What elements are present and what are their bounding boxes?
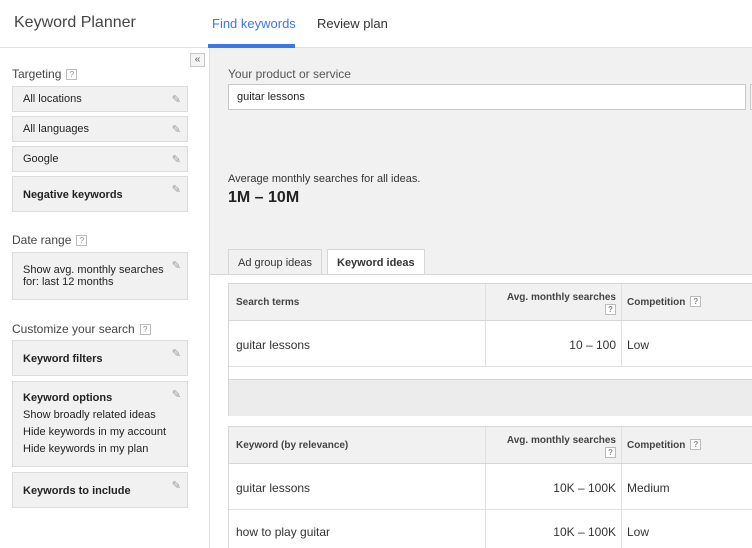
avg-searches-label: Average monthly searches for all ideas. [228, 173, 421, 185]
keywords-to-include-label: Keywords to include [23, 485, 131, 497]
main-panel: Your product or service guitar lessons A… [210, 48, 752, 548]
customize-search-label: Customize your search? [12, 322, 151, 336]
pencil-icon[interactable]: ✎ [172, 388, 181, 401]
col-competition-label: Competition [627, 440, 686, 451]
keyword-ideas-table: Keyword (by relevance) Avg. monthly sear… [228, 426, 752, 548]
sidebar: « Targeting? All locations ✎ All languag… [0, 48, 210, 548]
col-keyword-by-relevance[interactable]: Keyword (by relevance) [229, 427, 485, 463]
table-row[interactable]: guitar lessons 10 – 100 Low [229, 321, 752, 367]
tab-review-plan[interactable]: Review plan [317, 16, 388, 31]
targeting-locations[interactable]: All locations ✎ [12, 86, 188, 112]
tab-keyword-ideas[interactable]: Keyword ideas [327, 249, 425, 275]
tab-find-keywords[interactable]: Find keywords [212, 16, 296, 31]
top-bar: Keyword Planner Find keywords Review pla… [0, 0, 752, 48]
keyword-options[interactable]: Keyword options Show broadly related ide… [12, 381, 188, 467]
targeting-negative-keywords[interactable]: Negative keywords ✎ [12, 176, 188, 212]
targeting-network[interactable]: Google ✎ [12, 146, 188, 172]
pencil-icon[interactable]: ✎ [172, 183, 181, 196]
keyword-option-item: Hide keywords in my plan [23, 443, 149, 455]
col-competition[interactable]: Competition? [621, 284, 752, 320]
row-competition: Medium [621, 464, 752, 509]
keywords-to-include[interactable]: Keywords to include ✎ [12, 472, 188, 508]
help-icon[interactable]: ? [66, 69, 78, 80]
row-competition: Low [621, 510, 752, 548]
results-content: Search terms Avg. monthly searches ? Com… [210, 275, 752, 548]
table-separator-bar [228, 379, 752, 416]
date-range-label-text: Date range [12, 233, 72, 247]
date-range-line1: Show avg. monthly searches [23, 264, 164, 276]
col-avg-monthly-searches[interactable]: Avg. monthly searches ? [485, 427, 621, 463]
col-avg-monthly-searches-label: Avg. monthly searches [506, 435, 616, 446]
product-label: Your product or service [228, 67, 351, 81]
date-range-line2: for: last 12 months [23, 276, 114, 288]
table-row[interactable]: guitar lessons 10K – 100K Medium [229, 464, 752, 510]
pencil-icon[interactable]: ✎ [172, 259, 181, 272]
col-search-terms[interactable]: Search terms [229, 284, 485, 320]
targeting-label: Targeting? [12, 67, 78, 81]
pencil-icon[interactable]: ✎ [172, 347, 181, 360]
tab-ad-group-ideas[interactable]: Ad group ideas [228, 249, 322, 274]
help-icon[interactable]: ? [605, 304, 616, 315]
table-header: Keyword (by relevance) Avg. monthly sear… [229, 426, 752, 464]
targeting-label-text: Targeting [12, 67, 62, 81]
app-title: Keyword Planner [14, 14, 136, 31]
search-terms-table: Search terms Avg. monthly searches ? Com… [228, 283, 752, 379]
row-searches: 10 – 100 [485, 321, 621, 366]
negative-keywords-label: Negative keywords [23, 189, 123, 201]
pencil-icon[interactable]: ✎ [172, 153, 181, 166]
col-competition[interactable]: Competition? [621, 427, 752, 463]
col-avg-monthly-searches[interactable]: Avg. monthly searches ? [485, 284, 621, 320]
row-searches: 10K – 100K [485, 464, 621, 509]
avg-searches-value: 1M – 10M [228, 189, 300, 206]
col-avg-monthly-searches-label: Avg. monthly searches [506, 292, 616, 303]
help-icon[interactable]: ? [690, 439, 702, 450]
help-icon[interactable]: ? [690, 296, 702, 307]
table-row[interactable]: how to play guitar 10K – 100K Low [229, 510, 752, 548]
languages-label: All languages [23, 123, 90, 135]
row-searches: 10K – 100K [485, 510, 621, 548]
keyword-filters[interactable]: Keyword filters ✎ [12, 340, 188, 376]
product-input[interactable]: guitar lessons [228, 84, 746, 110]
customize-search-label-text: Customize your search [12, 322, 135, 336]
row-competition: Low [621, 321, 752, 366]
pencil-icon[interactable]: ✎ [172, 479, 181, 492]
collapse-sidebar-icon[interactable]: « [190, 53, 205, 67]
keyword-option-item: Show broadly related ideas [23, 409, 156, 421]
row-term: how to play guitar [236, 525, 331, 539]
help-icon[interactable]: ? [139, 324, 151, 335]
locations-label: All locations [23, 93, 82, 105]
network-label: Google [23, 153, 59, 165]
help-icon[interactable]: ? [605, 447, 616, 458]
row-term: guitar lessons [236, 481, 311, 495]
pencil-icon[interactable]: ✎ [172, 123, 181, 136]
keyword-options-title: Keyword options [23, 392, 113, 404]
product-area: Your product or service guitar lessons A… [210, 48, 752, 275]
keyword-filters-label: Keyword filters [23, 353, 103, 365]
date-range-label: Date range? [12, 233, 88, 247]
keyword-option-item: Hide keywords in my account [23, 426, 167, 438]
targeting-languages[interactable]: All languages ✎ [12, 116, 188, 142]
help-icon[interactable]: ? [76, 235, 88, 246]
pencil-icon[interactable]: ✎ [172, 93, 181, 106]
date-range-box[interactable]: Show avg. monthly searches for: last 12 … [12, 252, 188, 300]
row-term: guitar lessons [236, 338, 311, 352]
table-header: Search terms Avg. monthly searches ? Com… [229, 283, 752, 321]
col-competition-label: Competition [627, 297, 686, 308]
